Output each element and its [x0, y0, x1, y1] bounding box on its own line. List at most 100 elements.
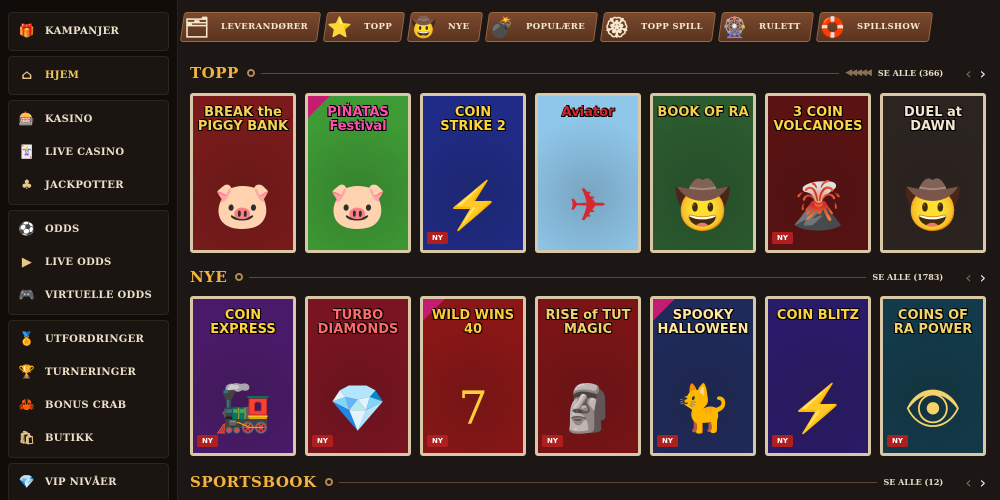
game-artwork: 🗿	[559, 381, 617, 435]
category-label: RULETT	[758, 22, 801, 32]
game-card[interactable]: COIN STRIKE 2 ⚡ NY	[420, 93, 526, 253]
category-topp-spill[interactable]: 🏵 TOPP SPILL	[599, 12, 716, 42]
game-card[interactable]: COIN EXPRESS 🚂 NY	[190, 296, 296, 456]
casino-icon: 🎰	[18, 112, 36, 127]
sidebar-item-utfordringer[interactable]: 🏅 UTFORDRINGER	[9, 323, 168, 356]
game-artwork: 🌋	[789, 178, 847, 232]
game-card[interactable]: TURBO DIAMONDS 💎 NY	[305, 296, 411, 456]
new-badge: NY	[772, 232, 793, 244]
crab-icon: 🦀	[18, 398, 36, 413]
diamond-icon: 💎	[18, 475, 36, 490]
prev-arrow-icon[interactable]: ‹	[965, 268, 971, 287]
new-badge: NY	[427, 232, 448, 244]
game-title: BREAK the PIGGY BANK	[197, 105, 289, 134]
divider	[249, 276, 867, 278]
next-arrow-icon[interactable]: ›	[980, 268, 986, 287]
sidebar-item-vip-nivåer[interactable]: 💎 VIP NIVÅER	[9, 466, 168, 499]
game-card[interactable]: PIÑATAS Festival 🐷	[305, 93, 411, 253]
new-badge: NY	[312, 435, 333, 447]
game-artwork: ✈	[568, 178, 608, 232]
sidebar-item-jackpotter[interactable]: ♣ JACKPOTTER	[9, 169, 168, 202]
sidebar-item-label: TURNERINGER	[45, 367, 137, 378]
game-card[interactable]: RISE of TUT MAGIC 🗿 NY	[535, 296, 641, 456]
game-title: 3 COIN VOLCANOES	[773, 105, 863, 134]
prev-arrow-icon[interactable]: ‹	[965, 473, 971, 492]
category-label: NYE	[448, 22, 470, 32]
divider	[260, 72, 840, 74]
game-card[interactable]: BOOK OF RA 🤠	[650, 93, 756, 253]
sidebar-group: 🏅 UTFORDRINGER 🏆 TURNERINGER 🦀 BONUS CRAB 🛍 BUT…	[8, 320, 169, 458]
lifebuoy-icon: 🛟	[819, 15, 846, 39]
game-artwork: 💎	[329, 381, 387, 435]
sidebar-item-label: ODDS	[45, 224, 80, 235]
sidebar-item-label: VIRTUELLE ODDS	[45, 290, 152, 301]
game-card[interactable]: 3 COIN VOLCANOES 🌋 NY	[765, 93, 871, 253]
see-all-link[interactable]: SE ALLE (1783)	[872, 272, 943, 282]
sidebar-group: ⌂ HJEM	[8, 56, 169, 95]
gift-icon: 🎁	[18, 24, 36, 39]
next-arrow-icon[interactable]: ›	[980, 473, 986, 492]
section-title: TOPP	[190, 64, 239, 82]
sidebar-item-label: JACKPOTTER	[45, 180, 124, 191]
decorative-dot-icon	[324, 478, 333, 486]
category-spillshow[interactable]: 🛟 SPILLSHOW	[815, 12, 933, 42]
category-populære[interactable]: 💣 POPULÆRE	[484, 12, 599, 42]
sidebar-item-bonus-crab[interactable]: 🦀 BONUS CRAB	[9, 389, 168, 422]
sidebar-item-label: LIVE CASINO	[45, 147, 125, 158]
sidebar-item-label: LIVE ODDS	[45, 257, 112, 268]
category-topp[interactable]: ⭐ TOPP	[323, 12, 406, 42]
game-card[interactable]: COINS OF RA POWER 👁 NY	[880, 296, 986, 456]
sidebar-item-virtuelle-odds[interactable]: 🎮 VIRTUELLE ODDS	[9, 279, 168, 312]
trophy-icon: 🏆	[18, 365, 36, 380]
new-badge: NY	[197, 435, 218, 447]
new-badge: NY	[887, 435, 908, 447]
sidebar-item-label: BONUS CRAB	[45, 400, 127, 411]
game-artwork: 👁	[903, 381, 963, 435]
star-badge-icon: ⭐	[327, 15, 353, 39]
game-card[interactable]: BREAK the PIGGY BANK 🐷	[190, 93, 296, 253]
category-leverandører[interactable]: 🗂 LEVERANDØRER	[179, 12, 322, 42]
sidebar-item-hjem[interactable]: ⌂ HJEM	[9, 59, 168, 92]
section-header-nye: NYE SE ALLE (1783) ‹ ›	[190, 267, 986, 287]
prev-arrow-icon[interactable]: ‹	[965, 64, 971, 83]
provider-icon: 🗂	[184, 15, 210, 39]
game-artwork: 🐷	[214, 178, 272, 232]
section-header-sportsbook: SPORTSBOOK SE ALLE (12) ‹ ›	[190, 472, 986, 492]
gamepad-icon: 🎮	[18, 288, 36, 303]
next-arrow-icon[interactable]: ›	[980, 64, 986, 83]
sidebar-group: ⚽ ODDS ▶ LIVE ODDS 🎮 VIRTUELLE ODDS	[8, 210, 169, 315]
new-badge: NY	[772, 435, 793, 447]
decorative-arrows-icon: ◀◀◀◀◀	[845, 68, 872, 78]
game-card[interactable]: WILD WINS 40 7 NY	[420, 296, 526, 456]
sidebar-group: 🎰 KASINO 🃏 LIVE CASINO ♣ JACKPOTTER	[8, 100, 169, 205]
game-title: RISE of TUT MAGIC	[545, 308, 631, 337]
roulette-icon: 🎡	[722, 15, 748, 39]
sidebar-item-butikk[interactable]: 🛍 BUTIKK	[9, 422, 168, 455]
category-nye[interactable]: 🤠 NYE	[407, 12, 483, 42]
sidebar-item-turneringer[interactable]: 🏆 TURNERINGER	[9, 356, 168, 389]
sidebar-item-odds[interactable]: ⚽ ODDS	[9, 213, 168, 246]
game-row-topp: BREAK the PIGGY BANK 🐷 PIÑATAS Festival 🐷 CO…	[190, 93, 1000, 253]
sidebar-item-live-odds[interactable]: ▶ LIVE ODDS	[9, 246, 168, 279]
game-card[interactable]: COIN BLITZ ⚡ NY	[765, 296, 871, 456]
game-title: SPOOKY HALLOWEEN	[657, 308, 749, 337]
game-card[interactable]: SPOOKY HALLOWEEN 🐈 NY	[650, 296, 756, 456]
category-rulett[interactable]: 🎡 RULETT	[717, 12, 814, 42]
sidebar-item-kampanjer[interactable]: 🎁 KAMPANJER	[9, 15, 168, 48]
game-artwork: ⚡	[789, 381, 847, 435]
sidebar-item-live-casino[interactable]: 🃏 LIVE CASINO	[9, 136, 168, 169]
game-card[interactable]: Aviator ✈	[535, 93, 641, 253]
game-title: Aviator	[561, 105, 615, 120]
game-artwork: 🐈	[674, 381, 732, 435]
sidebar-group: 🎁 KAMPANJER	[8, 12, 169, 51]
game-artwork: 🤠	[904, 178, 962, 232]
section-title: SPORTSBOOK	[190, 473, 317, 491]
divider	[338, 481, 878, 483]
game-card[interactable]: DUEL at DAWN 🤠	[880, 93, 986, 253]
see-all-link[interactable]: SE ALLE (12)	[883, 477, 943, 487]
sidebar-item-kasino[interactable]: 🎰 KASINO	[9, 103, 168, 136]
cards-icon: 🃏	[18, 145, 36, 160]
game-artwork: 🤠	[674, 178, 732, 232]
see-all-link[interactable]: SE ALLE (366)	[878, 68, 943, 78]
game-title: TURBO DIAMONDS	[317, 308, 399, 337]
